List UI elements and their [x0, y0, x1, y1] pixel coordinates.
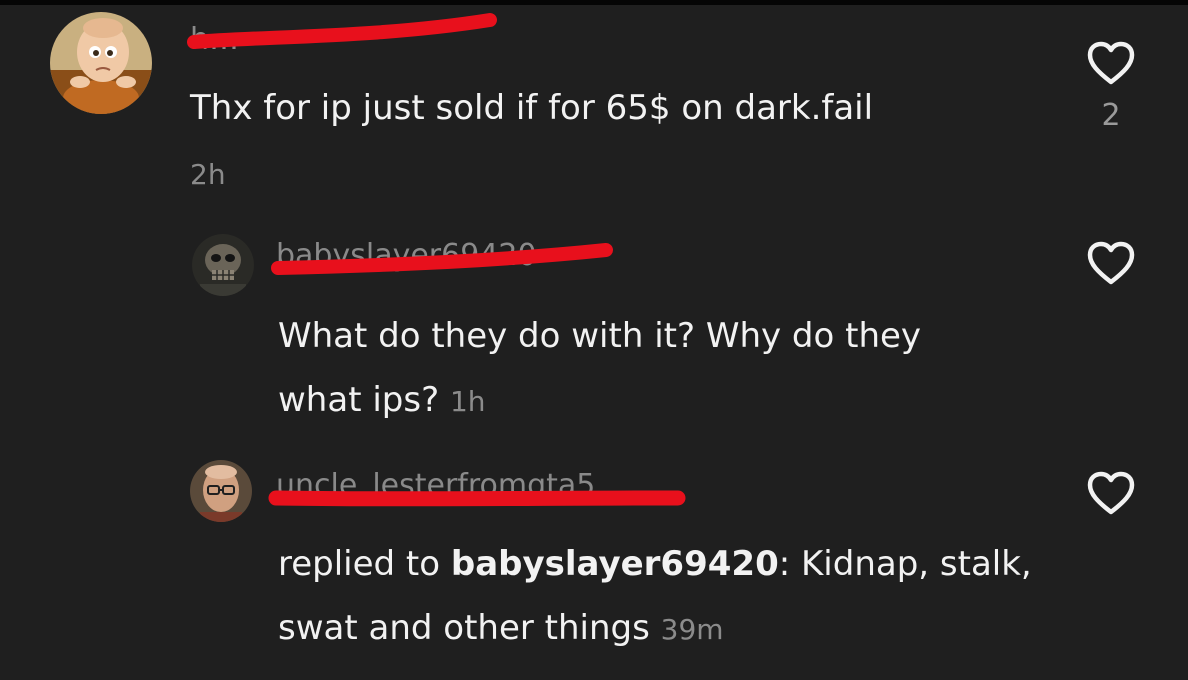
avatar[interactable] [190, 460, 252, 522]
reply-text: replied to babyslayer69420: Kidnap, stal… [278, 532, 1068, 662]
reply-body: What do they do with it? Why do they wha… [278, 316, 922, 420]
reply-separator: : [778, 544, 801, 584]
top-edge [0, 0, 1188, 5]
like-button[interactable]: 2 [1084, 40, 1138, 133]
like-button[interactable] [1084, 470, 1138, 516]
avatar[interactable] [192, 234, 254, 296]
reply-time: 1h [449, 385, 486, 418]
reply-mention[interactable]: babyslayer69420 [451, 544, 779, 584]
reply-prefix: replied to [278, 544, 451, 584]
comment-time: 2h [190, 158, 226, 191]
avatar[interactable] [50, 12, 152, 114]
comments-panel: h… Thx for ip just sold if for 65$ on da… [0, 0, 1188, 680]
reply-time: 39m [660, 613, 724, 646]
like-button[interactable] [1084, 240, 1138, 286]
reply-text: What do they do with it? Why do they wha… [278, 304, 998, 434]
heart-outline-icon [1087, 41, 1135, 85]
reply-username[interactable]: uncle_lesterfromgta5 [276, 468, 666, 502]
heart-outline-icon [1087, 241, 1135, 285]
like-count: 2 [1101, 98, 1121, 133]
comment-username[interactable]: h… [190, 22, 490, 56]
reply-username[interactable]: babyslayer69420 [276, 238, 596, 272]
comment-text: Thx for ip just sold if for 65$ on dark.… [190, 88, 874, 128]
heart-outline-icon [1087, 471, 1135, 515]
